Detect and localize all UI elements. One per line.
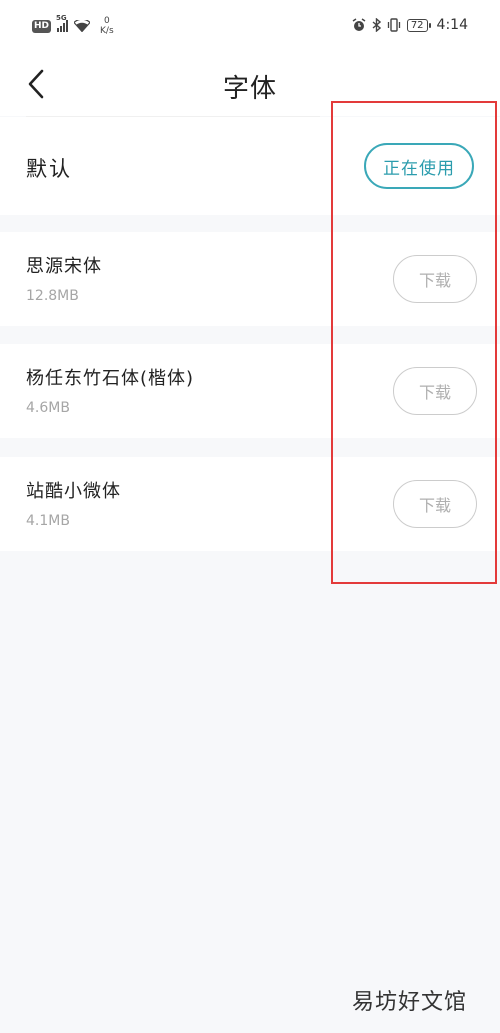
hd-indicator: HD bbox=[32, 19, 52, 33]
font-name: 思源宋体 bbox=[26, 256, 102, 277]
nav-bar: 字体 bbox=[0, 58, 500, 116]
alarm-icon bbox=[352, 18, 366, 31]
battery-indicator: 72 bbox=[406, 18, 431, 32]
status-bar: HD 5G 0 K/s 72 4:14 bbox=[0, 0, 500, 58]
wifi-icon bbox=[74, 20, 91, 32]
cellular-signal-icon: 5G bbox=[56, 14, 69, 32]
network-speed-unit: K/s bbox=[100, 26, 114, 36]
status-right: 72 4:14 bbox=[352, 17, 468, 33]
default-font-label: 默认 bbox=[26, 157, 72, 181]
page-title: 字体 bbox=[222, 74, 277, 104]
font-name: 站酷小微体 bbox=[26, 481, 121, 502]
font-file-size: 4.6MB bbox=[26, 400, 70, 416]
download-button-zcool-xiaowei[interactable]: 下载 bbox=[393, 480, 477, 528]
download-button-yangrendong-zhushi[interactable]: 下载 bbox=[393, 367, 477, 415]
font-name: 杨任东竹石体(楷体) bbox=[26, 368, 195, 389]
font-settings-screen: HD 5G 0 K/s 72 4:14 字体 默认 正在使用 思源宋体 12.8… bbox=[0, 0, 500, 1033]
status-left: HD 5G 0 K/s bbox=[32, 14, 114, 36]
vibrate-icon bbox=[387, 18, 400, 32]
network-type: 5G bbox=[56, 14, 67, 22]
network-speed-value: 0 bbox=[103, 16, 110, 26]
download-button-siyuan-song[interactable]: 下载 bbox=[393, 255, 477, 303]
status-time: 4:14 bbox=[436, 17, 468, 33]
font-file-size: 12.8MB bbox=[26, 288, 79, 304]
bluetooth-icon bbox=[372, 18, 381, 32]
network-speed: 0 K/s bbox=[100, 16, 114, 36]
watermark: 易坊好文馆 bbox=[352, 990, 468, 1015]
in-use-button[interactable]: 正在使用 bbox=[364, 143, 474, 189]
font-file-size: 4.1MB bbox=[26, 513, 70, 529]
